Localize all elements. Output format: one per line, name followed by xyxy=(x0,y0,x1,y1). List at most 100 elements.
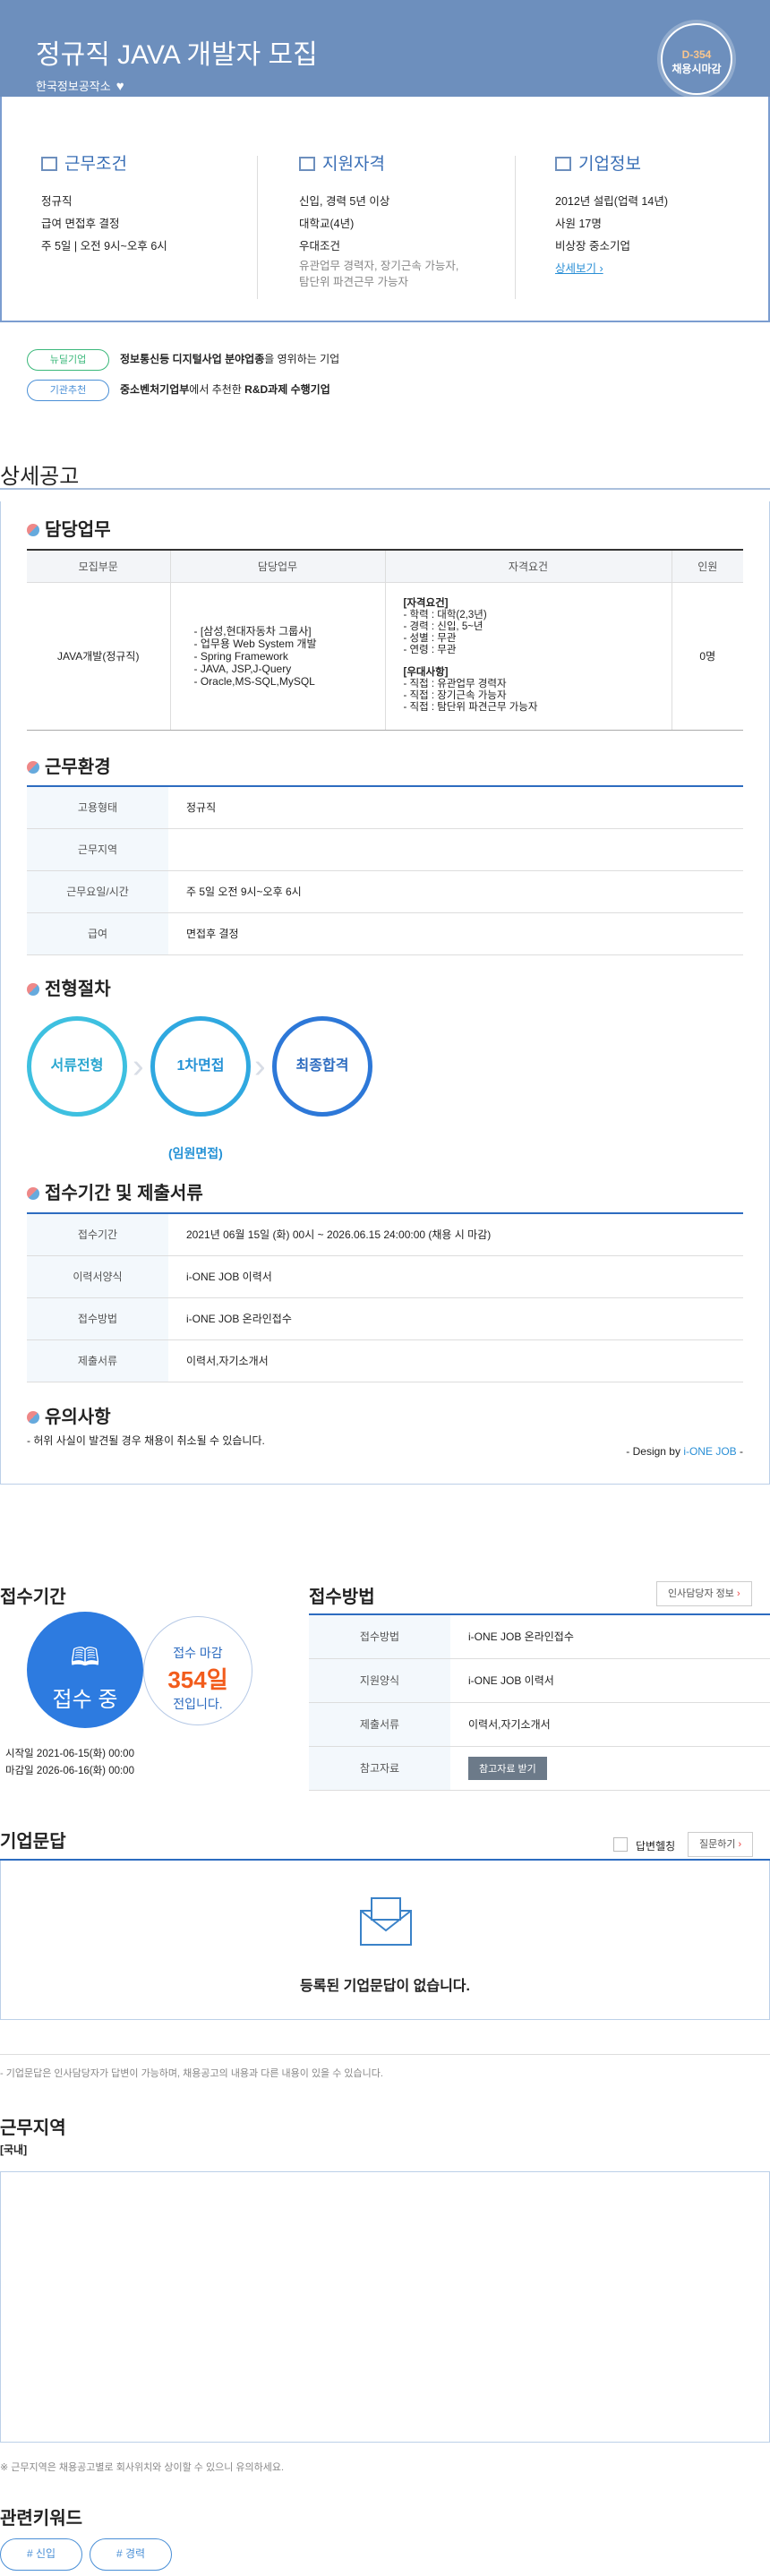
work-conditions: 근무조건 정규직 급여 면접후 결정 주 5일 | 오전 9시~오후 6시 xyxy=(41,150,167,258)
task-line: - 업무용 Web System 개발 xyxy=(193,637,317,650)
company-detail-link[interactable]: 상세보기 › xyxy=(555,262,603,275)
map[interactable] xyxy=(0,2171,770,2443)
row-value: i-ONE JOB 이력서 xyxy=(450,1658,770,1703)
divider xyxy=(0,2054,770,2055)
row-key: 근무요일/시간 xyxy=(27,870,168,913)
book-icon: 🕮 xyxy=(70,1643,100,1671)
table-row: 접수방법 i-ONE JOB 온라인접수 xyxy=(309,1614,770,1659)
row-key: 급여 xyxy=(27,912,168,955)
process-heading: 전형절차 xyxy=(27,974,111,1000)
row-value: 이력서,자기소개서 xyxy=(450,1702,770,1747)
notice-title: 유의사항 xyxy=(45,1408,111,1427)
table-row: 지원양식 i-ONE JOB 이력서 xyxy=(309,1658,770,1703)
job-title: 정규직 JAVA 개발자 모집 xyxy=(36,40,318,70)
col-header: 인원 xyxy=(672,549,743,583)
notice-heading: 유의사항 xyxy=(27,1402,111,1428)
apply-dates: 시작일 2021-06-15(화) 00:00 마감일 2026-06-16(화… xyxy=(5,1746,134,1780)
days-left: 354일 xyxy=(167,1666,228,1693)
answered-label: 답변헬칭 xyxy=(636,1840,676,1853)
keyword-tag[interactable]: # 신입 xyxy=(0,2538,82,2571)
task-line: - Spring Framework xyxy=(193,649,288,663)
work-line: 정규직 xyxy=(41,195,73,208)
table-row: 급여 면접후 결정 xyxy=(27,912,743,955)
row-key: 제출서류 xyxy=(27,1339,168,1382)
agency-badge: 기관추천 xyxy=(27,380,109,401)
notice-text: - 허위 사실이 발견될 경우 채용이 취소될 수 있습니다. xyxy=(27,1434,265,1447)
table-row: 제출서류 이력서,자기소개서 xyxy=(309,1702,770,1747)
row-value: 주 5일 오전 9시~오후 6시 xyxy=(168,870,743,913)
table-row: 접수방법 i-ONE JOB 온라인접수 xyxy=(27,1297,743,1340)
answered-checkbox[interactable] xyxy=(613,1837,628,1852)
badge-text-bold: R&D과제 수행기업 xyxy=(244,383,330,397)
credit-brand: i-ONE JOB xyxy=(683,1445,737,1458)
bullet-icon xyxy=(27,1187,39,1200)
row-key: 접수방법 xyxy=(27,1297,168,1340)
badge-text: 에서 추천한 xyxy=(189,383,245,397)
period-table: 접수기간 2021년 06월 15일 (화) 00시 ~ 2026.06.15 2… xyxy=(27,1212,743,1382)
status-circle: 🕮 접수 중 xyxy=(27,1612,143,1728)
heart-icon[interactable]: ♥ xyxy=(116,79,124,94)
summary-box: 근무조건 정규직 급여 면접후 결정 주 5일 | 오전 9시~오후 6시 지원… xyxy=(0,97,770,322)
end-date: 마감일 2026-06-16(화) 00:00 xyxy=(5,1766,134,1776)
company-name-label[interactable]: 한국정보공작소 xyxy=(36,80,111,93)
design-credit: - Design by i-ONE JOB - xyxy=(626,1445,743,1458)
newdeal-badge: 뉴딜기업 xyxy=(27,349,109,371)
keyword-tag[interactable]: # 경력 xyxy=(90,2538,172,2571)
company-name[interactable]: 한국정보공작소 ♥ xyxy=(36,77,124,94)
qual-line: 대학교(4년) xyxy=(299,218,355,230)
row-key: 참고자료 xyxy=(309,1746,450,1791)
count-cell: 0명 xyxy=(672,582,743,731)
qual-pref: 탐단위 파견근무 가능자 xyxy=(299,276,408,288)
qa-title: 기업문답 xyxy=(0,1832,66,1852)
company-line: 비상장 중소기업 xyxy=(555,240,630,252)
deadline-label: 접수 마감 xyxy=(173,1646,223,1660)
bullet-icon xyxy=(27,524,39,536)
credit-text: - Design by xyxy=(626,1445,684,1458)
chevron-right-icon: › xyxy=(736,1588,740,1599)
divider xyxy=(0,488,770,490)
table-row: 참고자료 참고자료 받기 xyxy=(309,1746,770,1791)
envelope-icon xyxy=(360,1897,412,1946)
qual-line: 신입, 경력 5년 이상 xyxy=(299,195,390,208)
company-line: 2012년 설립(업력 14년) xyxy=(555,195,668,208)
work-line: 주 5일 | 오전 9시~오후 6시 xyxy=(41,240,167,252)
env-heading: 근무환경 xyxy=(27,752,111,778)
row-value: i-ONE JOB 온라인접수 xyxy=(450,1614,770,1659)
badge-row: 뉴딜기업 정보통신등 디지털사업 분야업종을 영위하는 기업 xyxy=(27,349,339,371)
dday-label: 채용시마감 xyxy=(672,63,722,75)
divider xyxy=(257,156,258,299)
req-line: - 경력 : 신입, 5~년 xyxy=(403,621,483,632)
location-title: 근무지역 xyxy=(0,2118,66,2138)
bullet-icon xyxy=(27,761,39,774)
row-key: 근무지역 xyxy=(27,828,168,871)
download-reference-button[interactable]: 참고자료 받기 xyxy=(468,1756,547,1780)
qual-pref: 유관업무 경력자, 장기근속 가능자, xyxy=(299,260,459,272)
row-value: i-ONE JOB 이력서 xyxy=(168,1255,743,1298)
work-title: 근무조건 xyxy=(64,155,127,174)
empty-message: 등록된 기업문답이 없습니다. xyxy=(300,1979,470,1994)
process-note: (임원면접) xyxy=(168,1146,223,1160)
work-line: 급여 면접후 결정 xyxy=(41,218,120,230)
credit-text: - xyxy=(736,1445,743,1458)
duty-title: 담당업무 xyxy=(45,520,111,540)
duty-heading: 담당업무 xyxy=(27,515,111,541)
divider xyxy=(515,156,516,299)
dday-number: D-354 xyxy=(681,48,712,61)
qualifications: 지원자격 신입, 경력 5년 이상 대학교(4년) 우대조건 유관업무 경력자,… xyxy=(299,150,458,290)
period-title: 접수기간 및 제출서류 xyxy=(45,1184,203,1203)
hr-info-button[interactable]: 인사담당자 정보 › xyxy=(656,1581,752,1606)
req-line: - 성별 : 무관 xyxy=(403,633,457,644)
badge-text-bold: 중소벤처기업부 xyxy=(120,383,190,397)
dday-badge: D-354 채용시마감 xyxy=(661,23,732,95)
qa-note: - 기업문답은 인사담당자가 답변이 가능하며, 채용공고의 내용과 다른 내용… xyxy=(0,2068,383,2079)
badge-row: 기관추천 중소벤처기업부에서 추천한 R&D과제 수행기업 xyxy=(27,380,330,401)
row-value xyxy=(168,828,743,871)
env-title: 근무환경 xyxy=(45,757,111,777)
table-row: 제출서류 이력서,자기소개서 xyxy=(27,1339,743,1382)
row-value: i-ONE JOB 온라인접수 xyxy=(168,1297,743,1340)
process-step: 최종합격 xyxy=(272,1016,372,1117)
ask-button[interactable]: 질문하기 › xyxy=(688,1832,754,1857)
keywords-title: 관련키워드 xyxy=(0,2509,82,2529)
company-info: 기업정보 2012년 설립(업력 14년) 사원 17명 비상장 중소기업 상세… xyxy=(555,150,668,280)
table-row: 근무지역 xyxy=(27,828,743,871)
